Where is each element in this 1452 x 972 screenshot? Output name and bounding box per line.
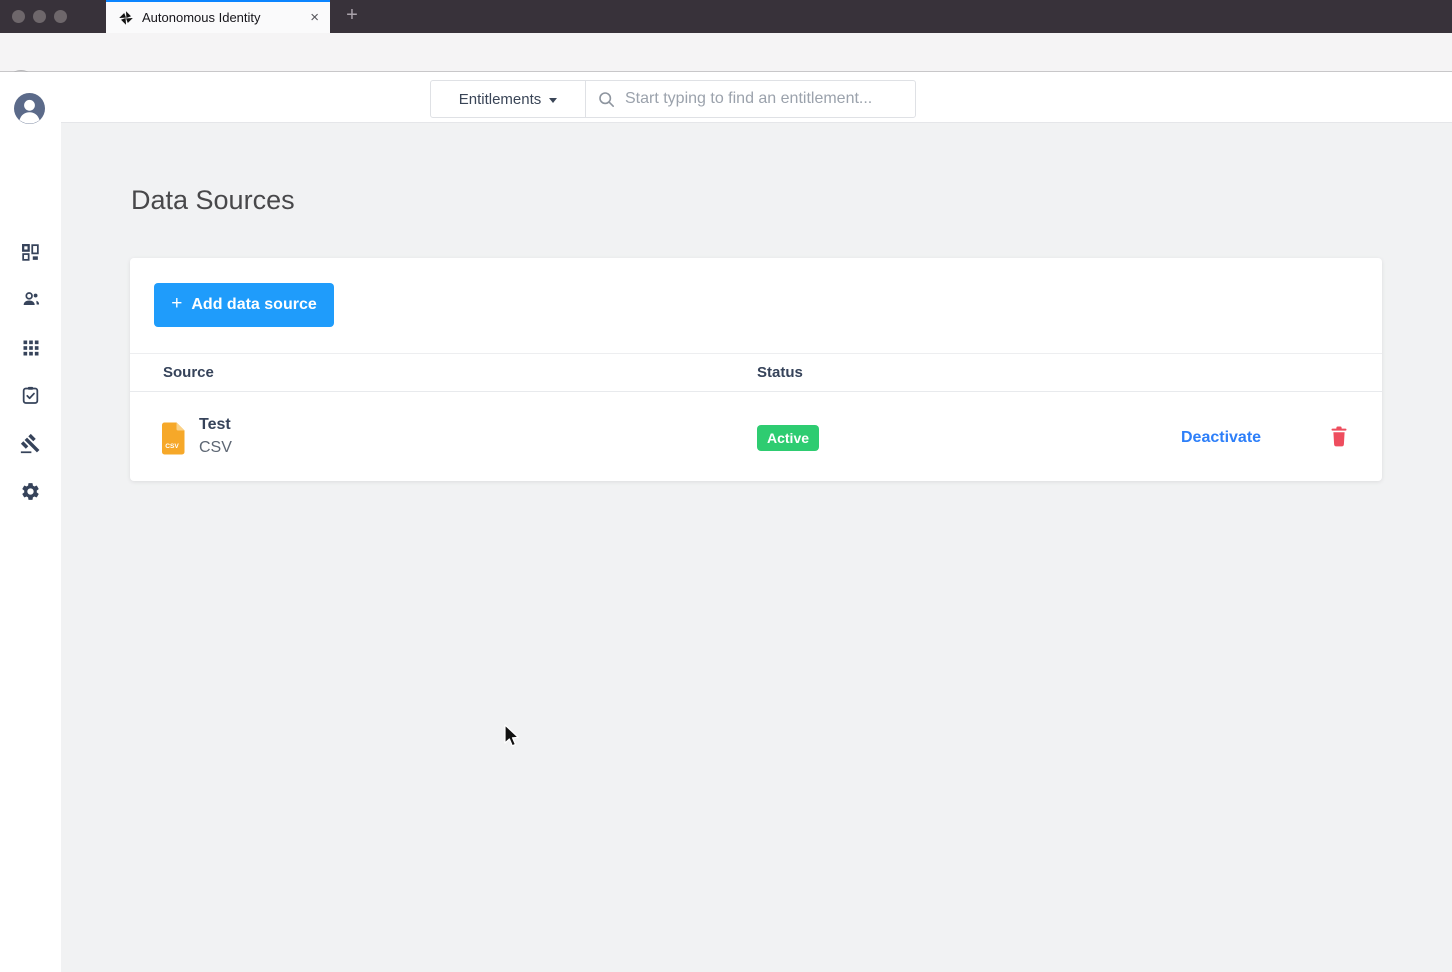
avatar-person-icon [14,93,45,124]
entitlement-search [585,80,916,118]
sidebar-item-dashboard[interactable] [0,232,61,272]
sidebar-item-identities[interactable] [0,279,61,319]
app-header: Entitlements [61,72,1452,123]
close-window-button[interactable] [12,10,25,23]
browser-tab[interactable]: Autonomous Identity × [106,0,330,33]
apps-grid-icon [21,338,41,358]
zoom-window-button[interactable] [54,10,67,23]
source-type: CSV [199,439,232,457]
delete-source-button[interactable] [1330,426,1352,448]
dashboard-icon [20,242,41,263]
page-content: Data Sources + Add data source Source St… [61,123,1452,972]
table-header: Source Status [130,353,1382,392]
sidebar-item-settings[interactable] [0,471,61,511]
chevron-down-icon [549,98,557,103]
svg-text:CSV: CSV [165,443,179,450]
browser-toolbar: https://autoid-ui.forgerock.com/data-sou… [0,33,1452,72]
gavel-icon [20,433,41,454]
add-data-source-button[interactable]: + Add data source [154,283,334,327]
new-tab-button[interactable]: + [337,0,367,33]
status-badge: Active [757,425,819,451]
sidebar-item-applications[interactable] [0,328,61,368]
sidebar-item-tasks[interactable] [0,375,61,415]
scope-dropdown[interactable]: Entitlements [430,80,586,118]
tab-title: Autonomous Identity [142,10,308,25]
sidebar-item-rules[interactable] [0,423,61,463]
deactivate-link[interactable]: Deactivate [1181,429,1261,447]
plus-icon: + [171,293,182,315]
search-icon [598,91,615,108]
table-row: CSV Test CSV Active Deactivate [130,392,1382,481]
minimize-window-button[interactable] [33,10,46,23]
clipboard-check-icon [20,385,41,406]
people-icon [20,288,42,310]
add-data-source-label: Add data source [191,296,316,314]
page-title: Data Sources [131,185,295,216]
search-input[interactable] [625,90,903,108]
close-tab-icon[interactable]: × [308,10,321,25]
user-avatar[interactable] [14,93,45,124]
tab-bar: Autonomous Identity × + [0,0,1452,33]
column-header-source: Source [163,364,214,381]
data-sources-card: + Add data source Source Status CSV Test… [130,258,1382,481]
forgerock-favicon-icon [118,10,134,26]
source-name: Test [199,416,231,434]
scope-dropdown-label: Entitlements [459,91,542,108]
csv-file-icon: CSV [160,422,186,455]
browser-window: Autonomous Identity × + [0,0,1452,972]
column-header-status: Status [757,364,803,381]
trash-icon [1330,426,1348,447]
window-controls [12,10,67,23]
app-sidebar [0,72,61,972]
gear-icon [20,481,41,502]
